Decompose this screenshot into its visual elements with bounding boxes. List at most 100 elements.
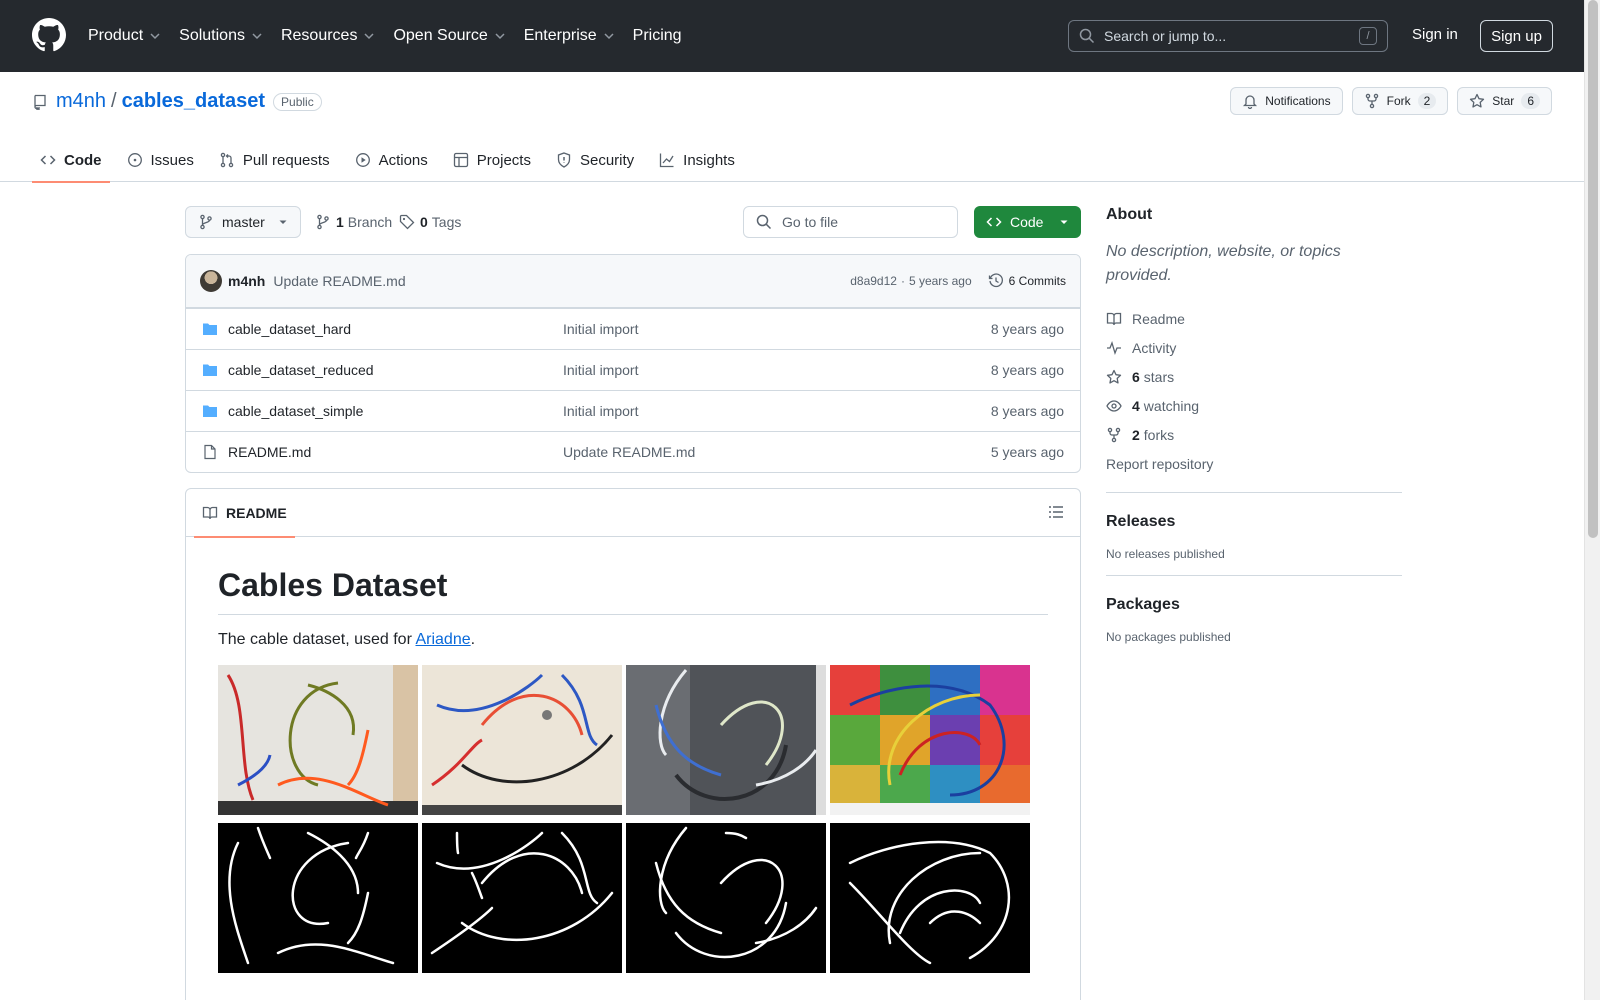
code-icon	[40, 155, 56, 165]
sign-in-link[interactable]: Sign in	[1412, 26, 1458, 43]
table-of-contents-icon[interactable]	[1048, 504, 1064, 520]
avatar[interactable]	[200, 270, 222, 292]
commits-history-link[interactable]: 6 Commits	[988, 273, 1066, 289]
repo-name-link[interactable]: cables_dataset	[122, 90, 265, 113]
fork-icon	[1365, 93, 1378, 109]
table-icon	[453, 152, 468, 168]
stars-count: 6	[1132, 368, 1140, 385]
caret-down-icon	[279, 220, 287, 224]
notifications-button[interactable]: Notifications	[1230, 87, 1343, 115]
top-nav: Product Solutions Resources Open Source …	[88, 0, 700, 72]
file-age: 5 years ago	[990, 444, 1064, 460]
tag-icon	[399, 214, 415, 230]
nav-enterprise[interactable]: Enterprise	[524, 27, 615, 45]
branches-link[interactable]: 1 Branch	[315, 214, 392, 230]
packages-heading[interactable]: Packages	[1106, 596, 1402, 614]
star-button[interactable]: Star 6	[1457, 87, 1552, 115]
tab-label: Insights	[683, 151, 735, 169]
file-list: m4nh Update README.md d8a9d12 · 5 years …	[185, 254, 1081, 473]
nav-pricing[interactable]: Pricing	[633, 27, 682, 45]
tab-projects[interactable]: Projects	[445, 138, 539, 182]
eye-icon	[1106, 399, 1122, 412]
commit-age: 5 years ago	[908, 274, 972, 288]
code-icon	[986, 217, 1002, 227]
forks-link[interactable]: 2 forks	[1106, 420, 1402, 449]
tab-security[interactable]: Security	[548, 138, 642, 182]
sidebar-link-label: Activity	[1132, 339, 1177, 356]
code-dropdown-button[interactable]: Code	[974, 206, 1081, 238]
file-name-link[interactable]: README.md	[228, 444, 563, 460]
tag-count: 0	[420, 214, 428, 230]
tab-insights[interactable]: Insights	[651, 138, 743, 182]
nav-label: Resources	[280, 27, 358, 44]
nav-label: Open Source	[393, 27, 488, 44]
sign-up-button[interactable]: Sign up	[1480, 20, 1553, 52]
watching-link[interactable]: 4 watching	[1106, 391, 1402, 420]
fork-icon	[1107, 427, 1121, 442]
dataset-image-grid	[218, 665, 1048, 973]
search-icon	[756, 214, 772, 230]
fork-label: Fork	[1386, 94, 1411, 108]
forks-count: 2	[1132, 426, 1140, 443]
repo-title: m4nh / cables_dataset Public	[32, 90, 322, 113]
scrollbar-thumb[interactable]	[1588, 0, 1598, 538]
readme-link[interactable]: Readme	[1106, 304, 1402, 333]
branch-select-button[interactable]: master	[185, 206, 301, 238]
file-commit-message-link[interactable]: Initial import	[563, 362, 638, 378]
stars-link[interactable]: 6 stars	[1106, 362, 1402, 391]
file-commit-message-link[interactable]: Initial import	[563, 403, 638, 419]
go-to-file-input[interactable]: Go to file	[743, 206, 958, 238]
nav-open-source[interactable]: Open Source	[393, 27, 505, 45]
file-commit-message-link[interactable]: Update README.md	[563, 444, 695, 460]
file-row: cable_dataset_reduced Initial import 8 y…	[186, 349, 1080, 390]
fork-count: 2	[1417, 93, 1437, 109]
file-name-link[interactable]: cable_dataset_simple	[228, 403, 563, 419]
commit-author-link[interactable]: m4nh	[228, 273, 265, 289]
fork-button[interactable]: Fork 2	[1351, 87, 1449, 115]
folder-icon	[203, 323, 217, 335]
releases-heading[interactable]: Releases	[1106, 513, 1402, 531]
chevron-down-icon	[150, 33, 160, 40]
file-age: 8 years ago	[990, 362, 1064, 378]
nav-product[interactable]: Product	[88, 27, 161, 45]
report-repository-link[interactable]: Report repository	[1106, 449, 1402, 478]
activity-link[interactable]: Activity	[1106, 333, 1402, 362]
nav-label: Pricing	[632, 27, 682, 44]
branch-icon	[200, 214, 212, 230]
tab-pull-requests[interactable]: Pull requests	[211, 138, 338, 182]
cable-mask-4	[830, 823, 1030, 973]
sidebar-link-label: watching	[1143, 397, 1200, 414]
search-shortcut-hint: /	[1359, 27, 1377, 45]
tab-code[interactable]: Code	[32, 138, 110, 183]
bell-icon	[1243, 95, 1258, 109]
ariadne-link[interactable]: Ariadne	[415, 631, 470, 648]
tags-link[interactable]: 0 Tags	[399, 214, 461, 230]
sidebar-link-label: Readme	[1132, 310, 1185, 327]
readme-tab-label: README	[226, 504, 287, 521]
commit-message-link[interactable]: Update README.md	[273, 273, 405, 289]
file-name-link[interactable]: cable_dataset_hard	[228, 321, 563, 337]
global-search-input[interactable]: Search or jump to... /	[1068, 20, 1388, 52]
file-row: README.md Update README.md 5 years ago	[186, 431, 1080, 472]
file-commit-message-link[interactable]: Initial import	[563, 321, 638, 337]
tab-label: Security	[579, 151, 635, 169]
visibility-badge: Public	[273, 92, 322, 111]
readme-tab[interactable]: README	[194, 489, 295, 538]
readme-text: The cable dataset, used for	[218, 631, 416, 648]
releases-text: No releases published	[1106, 547, 1225, 561]
star-icon	[1106, 369, 1122, 384]
sidebar: About No description, website, or topics…	[1106, 206, 1402, 644]
commit-hash-link[interactable]: d8a9d12	[850, 274, 897, 288]
file-icon	[204, 444, 216, 460]
repo-owner-link[interactable]: m4nh	[56, 90, 106, 113]
github-logo-icon[interactable]	[32, 18, 66, 52]
repo-separator: /	[111, 90, 117, 112]
tab-issues[interactable]: Issues	[119, 138, 202, 182]
page-scrollbar[interactable]	[1584, 0, 1600, 1000]
main-content: master 1 Branch 0 Tags Go to file Code m…	[185, 206, 1081, 1000]
graph-icon	[660, 153, 674, 168]
nav-solutions[interactable]: Solutions	[179, 27, 263, 45]
tab-actions[interactable]: Actions	[347, 138, 436, 182]
file-name-link[interactable]: cable_dataset_reduced	[228, 362, 563, 378]
nav-resources[interactable]: Resources	[281, 27, 375, 45]
